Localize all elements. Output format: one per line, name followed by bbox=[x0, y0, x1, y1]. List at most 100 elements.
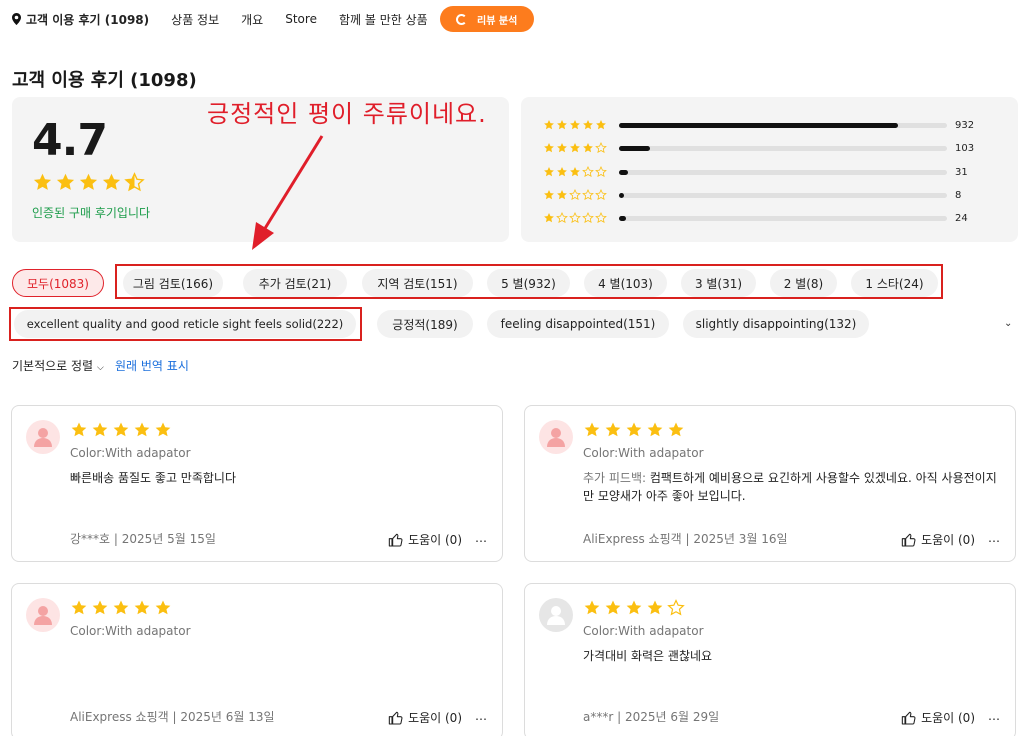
star-icon bbox=[544, 143, 554, 153]
row-stars bbox=[543, 166, 617, 178]
review-text: 가격대비 화력은 괜찮네요 bbox=[583, 647, 1003, 665]
review-meta: a***r | 2025년 6월 29일 bbox=[583, 710, 720, 724]
star-icon bbox=[570, 143, 580, 153]
filter-3-star[interactable]: 3 별(31) bbox=[681, 269, 756, 297]
annotation-text: 긍정적인 평이 주류이네요. bbox=[207, 100, 487, 128]
helpful-button[interactable]: 도움이 (0) bbox=[901, 709, 975, 726]
avatar-person-icon bbox=[34, 428, 52, 447]
filter-tag-positive[interactable]: 긍정적(189) bbox=[377, 310, 473, 338]
rating-distribution-row[interactable]: 24 bbox=[543, 211, 968, 225]
nav-store[interactable]: Store bbox=[285, 12, 317, 26]
star-icon bbox=[626, 422, 642, 437]
star-icon bbox=[544, 120, 554, 130]
helpful-button[interactable]: 도움이 (0) bbox=[388, 709, 462, 726]
star-icon bbox=[33, 173, 52, 190]
review-variant: Color:With adapator bbox=[70, 446, 191, 460]
star-icon bbox=[71, 422, 87, 437]
nav-reviews[interactable]: 고객 이용 후기 (1098) bbox=[12, 11, 149, 28]
row-stars bbox=[543, 119, 617, 131]
review-variant: Color:With adapator bbox=[583, 446, 704, 460]
rating-distribution-row[interactable]: 932 bbox=[543, 118, 974, 132]
show-original-translation-link[interactable]: 원래 번역 표시 bbox=[115, 357, 189, 374]
star-icon bbox=[92, 422, 108, 437]
nav-reviews-label: 고객 이용 후기 (1098) bbox=[26, 12, 150, 27]
filter-tag-slightly-disappointing[interactable]: slightly disappointing(132) bbox=[683, 310, 869, 338]
review-stars bbox=[70, 421, 175, 439]
helpful-label: 도움이 (0) bbox=[921, 533, 975, 547]
filter-tag-quality[interactable]: excellent quality and good reticle sight… bbox=[14, 310, 356, 338]
rating-distribution-row[interactable]: 31 bbox=[543, 165, 968, 179]
star-icon bbox=[544, 167, 554, 177]
more-options-icon[interactable]: ⋯ bbox=[988, 712, 1001, 726]
review-stars bbox=[583, 421, 688, 439]
star-icon bbox=[583, 143, 593, 153]
star-icon bbox=[570, 120, 580, 130]
review-text: 빠른배송 품질도 좋고 만족합니다 bbox=[70, 469, 490, 487]
star-icon bbox=[583, 120, 593, 130]
star-icon bbox=[582, 212, 594, 223]
review-card: Color:With adapator 빠른배송 품질도 좋고 만족합니다 강*… bbox=[11, 405, 503, 562]
distribution-bar bbox=[619, 169, 947, 175]
star-icon bbox=[667, 599, 685, 616]
analysis-chart-icon bbox=[456, 13, 468, 25]
more-options-icon[interactable]: ⋯ bbox=[988, 534, 1001, 548]
location-pin-icon bbox=[12, 13, 21, 25]
annotation-arrow-icon bbox=[252, 135, 324, 250]
distribution-count: 103 bbox=[955, 142, 975, 154]
expand-filters-chevron-icon[interactable]: ⌄ bbox=[1004, 318, 1012, 329]
filter-local[interactable]: 지역 검토(151) bbox=[362, 269, 473, 297]
star-icon bbox=[569, 212, 581, 223]
nav-recommended[interactable]: 함께 볼 만한 상품 bbox=[339, 11, 428, 28]
filter-all[interactable]: 모두(1083) bbox=[12, 269, 104, 297]
distribution-bar bbox=[619, 122, 947, 128]
review-variant: Color:With adapator bbox=[583, 624, 704, 638]
thumbs-up-icon bbox=[901, 533, 916, 547]
nav-product-info[interactable]: 상품 정보 bbox=[171, 11, 219, 28]
filter-1-star[interactable]: 1 스타(24) bbox=[851, 269, 938, 297]
review-body: 가격대비 화력은 괜찮네요 bbox=[583, 649, 713, 663]
filter-photo[interactable]: 그림 검토(166) bbox=[123, 269, 223, 297]
more-options-icon[interactable]: ⋯ bbox=[475, 534, 488, 548]
star-icon bbox=[56, 173, 75, 190]
star-icon bbox=[596, 120, 606, 130]
review-stars bbox=[70, 599, 175, 617]
filter-5-star[interactable]: 5 별(932) bbox=[487, 269, 570, 297]
sort-dropdown[interactable]: 기본적으로 정렬 ⌵ bbox=[12, 357, 104, 374]
star-icon bbox=[155, 422, 171, 437]
star-icon bbox=[647, 600, 663, 615]
helpful-button[interactable]: 도움이 (0) bbox=[901, 531, 975, 548]
distribution-bar-fill bbox=[619, 122, 898, 128]
review-variant: Color:With adapator bbox=[70, 624, 191, 638]
star-icon bbox=[569, 189, 581, 200]
filter-2-star[interactable]: 2 별(8) bbox=[770, 269, 837, 297]
review-analysis-button[interactable]: 리뷰 분석 bbox=[439, 6, 534, 32]
helpful-button[interactable]: 도움이 (0) bbox=[388, 531, 462, 548]
star-icon bbox=[134, 422, 150, 437]
review-text-label: 추가 피드백: bbox=[583, 471, 650, 485]
review-body: 빠른배송 품질도 좋고 만족합니다 bbox=[70, 471, 237, 485]
nav-overview[interactable]: 개요 bbox=[241, 11, 263, 28]
star-icon bbox=[595, 212, 607, 223]
filter-tag-disappointed[interactable]: feeling disappointed(151) bbox=[487, 310, 669, 338]
distribution-bar-fill bbox=[619, 145, 651, 151]
star-half-icon bbox=[124, 172, 145, 192]
star-icon bbox=[584, 422, 600, 437]
distribution-bar-fill bbox=[619, 169, 629, 175]
more-options-icon[interactable]: ⋯ bbox=[475, 712, 488, 726]
star-icon bbox=[584, 600, 600, 615]
avatar bbox=[539, 420, 573, 454]
rating-distribution-row[interactable]: 8 bbox=[543, 188, 961, 202]
thumbs-up-icon bbox=[901, 711, 916, 725]
review-meta: 강***호 | 2025년 5월 15일 bbox=[70, 532, 216, 546]
avatar-person-icon bbox=[34, 606, 52, 625]
filter-4-star[interactable]: 4 별(103) bbox=[584, 269, 667, 297]
star-icon bbox=[557, 190, 567, 200]
review-card: Color:With adapator AliExpress 쇼핑객 | 202… bbox=[11, 583, 503, 736]
rating-distribution-row[interactable]: 103 bbox=[543, 141, 974, 155]
thumbs-up-icon bbox=[388, 533, 403, 547]
star-icon bbox=[113, 422, 129, 437]
review-card: Color:With adapator 가격대비 화력은 괜찮네요 a***r … bbox=[524, 583, 1016, 736]
star-icon bbox=[595, 166, 607, 177]
filter-additional[interactable]: 추가 검토(21) bbox=[243, 269, 347, 297]
star-icon bbox=[544, 190, 554, 200]
